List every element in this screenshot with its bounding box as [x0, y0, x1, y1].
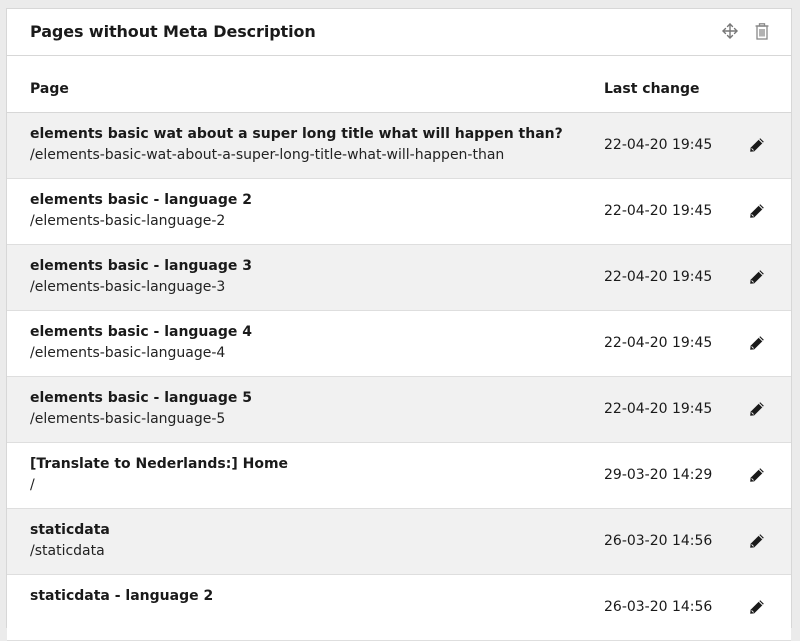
table-row: elements basic - language 3/elements-bas… — [7, 245, 791, 311]
page-slug: /elements-basic-language-5 — [30, 411, 226, 427]
pencil-icon[interactable] — [747, 135, 767, 155]
table-body: elements basic wat about a super long ti… — [7, 113, 791, 641]
trash-icon[interactable] — [753, 21, 771, 41]
page-title: elements basic - language 5 — [30, 390, 252, 406]
pencil-icon[interactable] — [747, 267, 767, 287]
table-row: staticdata/staticdata 26-03-20 14:56 — [7, 509, 791, 575]
page-title: staticdata - language 2 — [30, 588, 214, 604]
last-change-date: 22-04-20 19:45 — [604, 203, 713, 219]
widget-actions — [721, 21, 771, 41]
move-icon[interactable] — [721, 21, 739, 41]
column-header-page: Page — [30, 81, 69, 97]
page-slug: /staticdata — [30, 543, 105, 559]
last-change-date: 29-03-20 14:29 — [604, 467, 713, 483]
pencil-icon[interactable] — [747, 399, 767, 419]
page-slug: /elements-basic-language-3 — [30, 279, 226, 295]
pencil-icon[interactable] — [747, 531, 767, 551]
column-header-last-change: Last change — [604, 81, 700, 97]
page-title: elements basic - language 3 — [30, 258, 252, 274]
page-title: [Translate to Nederlands:] Home — [30, 456, 289, 472]
table-row: [Translate to Nederlands:] Home / 29-03-20… — [7, 443, 791, 509]
last-change-date: 22-04-20 19:45 — [604, 137, 713, 153]
table-row: elements basic wat about a super long ti… — [7, 113, 791, 179]
page-title: elements basic - language 2 — [30, 192, 252, 208]
pencil-icon[interactable] — [747, 597, 767, 617]
last-change-date: 22-04-20 19:45 — [604, 401, 713, 417]
widget-panel: Pages without Meta Description Page Last… — [6, 8, 792, 641]
last-change-date: 26-03-20 14:56 — [604, 599, 713, 615]
widget-header: Pages without Meta Description — [7, 9, 791, 56]
widget-title: Pages without Meta Description — [30, 22, 316, 41]
table-row: elements basic - language 5/elements-bas… — [7, 377, 791, 443]
last-change-date: 26-03-20 14:56 — [604, 533, 713, 549]
table-row: staticdata - language 2 26-03-20 14:56 — [7, 575, 791, 641]
pencil-icon[interactable] — [747, 201, 767, 221]
table-row: elements basic - language 4/elements-bas… — [7, 311, 791, 377]
page-slug: /elements-basic-language-4 — [30, 345, 226, 361]
page-title: elements basic wat about a super long ti… — [30, 126, 563, 142]
last-change-date: 22-04-20 19:45 — [604, 269, 713, 285]
page-slug: /elements-basic-language-2 — [30, 213, 226, 229]
last-change-date: 22-04-20 19:45 — [604, 335, 713, 351]
page-slug: /elements-basic-wat-about-a-super-long-t… — [30, 147, 505, 163]
table-row: elements basic - language 2/elements-bas… — [7, 179, 791, 245]
page-title: staticdata — [30, 522, 110, 538]
pencil-icon[interactable] — [747, 465, 767, 485]
page-slug: / — [30, 477, 35, 493]
pencil-icon[interactable] — [747, 333, 767, 353]
table-header: Page Last change — [7, 56, 791, 113]
page-title: elements basic - language 4 — [30, 324, 252, 340]
